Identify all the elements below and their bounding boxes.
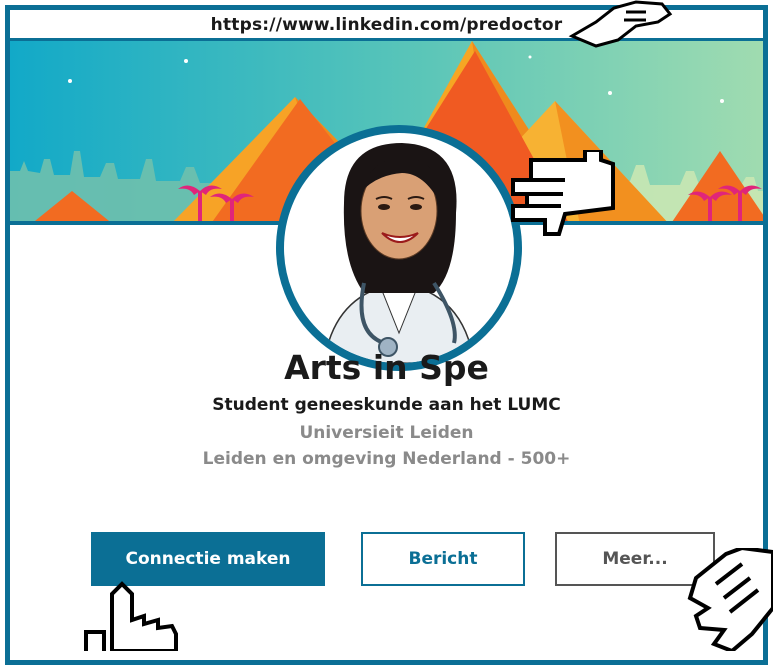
profile-school[interactable]: Universieit Leiden xyxy=(10,423,763,443)
message-button[interactable]: Bericht xyxy=(361,532,525,586)
avatar-doctor-illustration xyxy=(323,143,475,363)
profile-name: Arts in Spe xyxy=(284,348,489,387)
url-bar[interactable]: https://www.linkedin.com/predoctor xyxy=(10,10,763,42)
avatar[interactable] xyxy=(276,125,528,371)
more-button[interactable]: Meer... xyxy=(555,532,715,586)
profile-location: Leiden en omgeving Nederland - 500+ xyxy=(202,449,571,469)
connect-button[interactable]: Connectie maken xyxy=(91,532,325,586)
profile-card: https://www.linkedin.com/predoctor Arts … xyxy=(5,5,768,665)
profile-headline: Student geneeskunde aan het LUMC xyxy=(212,395,561,415)
profile-url[interactable]: https://www.linkedin.com/predoctor xyxy=(211,15,563,35)
